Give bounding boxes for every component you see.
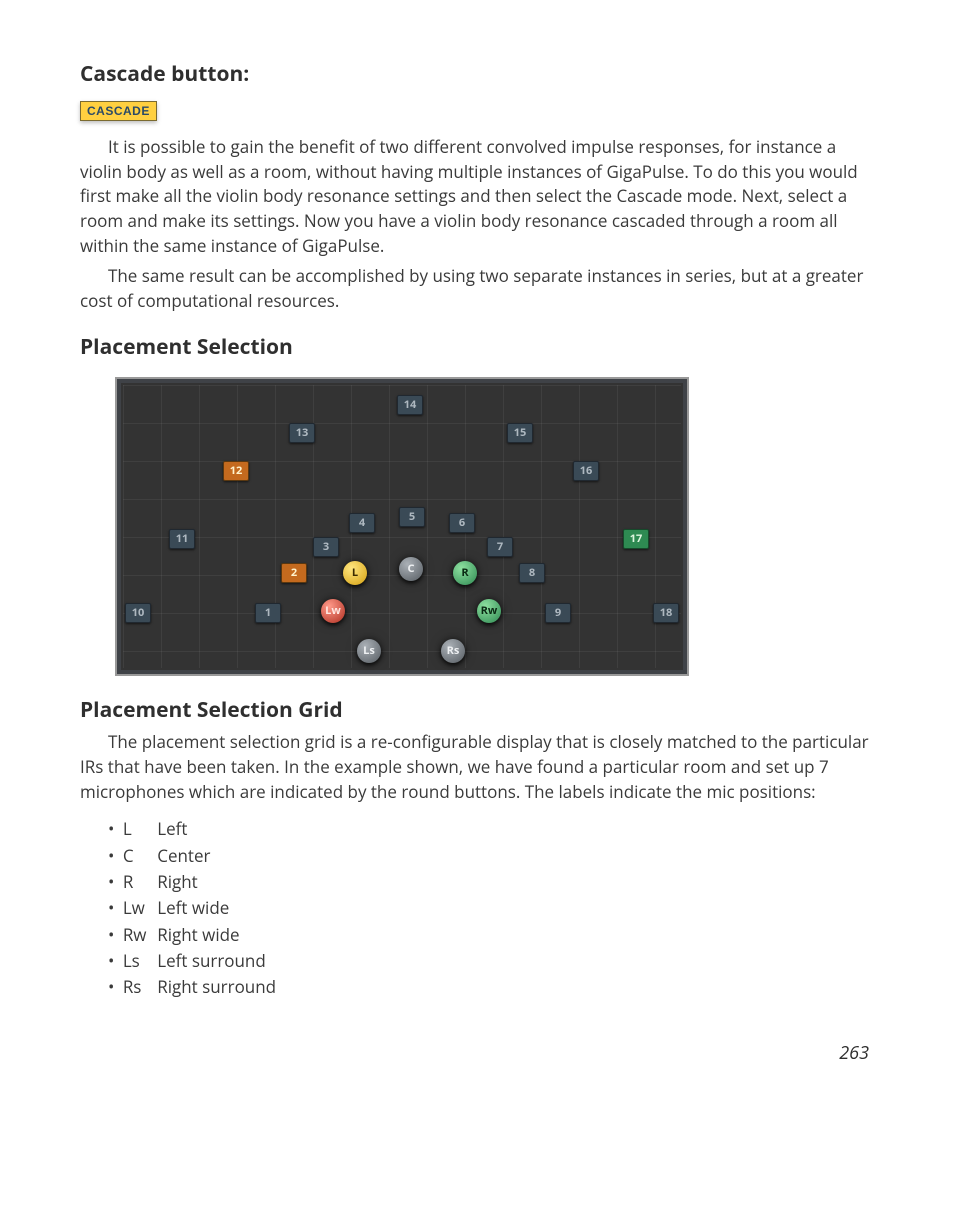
grid-num-8[interactable]: 8 bbox=[519, 563, 545, 583]
cascade-button-badge[interactable]: CASCADE bbox=[80, 101, 157, 121]
grid-num-4[interactable]: 4 bbox=[349, 513, 375, 533]
list-item: R Right bbox=[108, 869, 874, 895]
grid-num-1[interactable]: 1 bbox=[255, 603, 281, 623]
placement-grid[interactable]: 14 13 15 12 16 5 4 6 11 17 3 7 2 8 1 9 1… bbox=[115, 377, 689, 676]
heading-grid: Placement Selection Grid bbox=[80, 696, 874, 724]
paragraph-cascade-2: The same result can be accomplished by u… bbox=[80, 264, 874, 313]
page-number: 263 bbox=[839, 1041, 869, 1065]
list-item: Ls Left surround bbox=[108, 948, 874, 974]
mic-label: Left surround bbox=[157, 949, 266, 972]
mic-code: C bbox=[123, 843, 153, 869]
grid-num-9[interactable]: 9 bbox=[545, 603, 571, 623]
grid-num-7[interactable]: 7 bbox=[487, 537, 513, 557]
heading-cascade: Cascade button: bbox=[80, 60, 874, 88]
grid-num-5[interactable]: 5 bbox=[399, 507, 425, 527]
grid-num-3[interactable]: 3 bbox=[313, 537, 339, 557]
mic-label: Right wide bbox=[157, 923, 239, 946]
mic-label: Right bbox=[157, 870, 198, 893]
mic-label: Center bbox=[157, 844, 210, 867]
mic-code: Rw bbox=[123, 922, 153, 948]
grid-num-15[interactable]: 15 bbox=[507, 423, 533, 443]
grid-num-17[interactable]: 17 bbox=[623, 529, 649, 549]
grid-num-2[interactable]: 2 bbox=[281, 563, 307, 583]
grid-num-10[interactable]: 10 bbox=[125, 603, 151, 623]
paragraph-cascade-1: It is possible to gain the benefit of tw… bbox=[80, 135, 874, 258]
list-item: Lw Left wide bbox=[108, 895, 874, 921]
list-item: Rs Right surround bbox=[108, 974, 874, 1000]
paragraph-grid-1: The placement selection grid is a re-con… bbox=[80, 730, 874, 804]
list-item: Rw Right wide bbox=[108, 922, 874, 948]
list-item: L Left bbox=[108, 816, 874, 842]
mic-code: Lw bbox=[123, 895, 153, 921]
grid-num-16[interactable]: 16 bbox=[573, 461, 599, 481]
grid-num-18[interactable]: 18 bbox=[653, 603, 679, 623]
list-item: C Center bbox=[108, 843, 874, 869]
mic-code: L bbox=[123, 816, 153, 842]
heading-placement: Placement Selection bbox=[80, 333, 874, 361]
mic-code: R bbox=[123, 869, 153, 895]
grid-num-11[interactable]: 11 bbox=[169, 529, 195, 549]
grid-num-13[interactable]: 13 bbox=[289, 423, 315, 443]
mic-label: Left bbox=[157, 817, 187, 840]
mic-label: Right surround bbox=[157, 975, 276, 998]
grid-num-6[interactable]: 6 bbox=[449, 513, 475, 533]
mic-code: Ls bbox=[123, 948, 153, 974]
grid-num-14[interactable]: 14 bbox=[397, 395, 423, 415]
mic-legend-list: L Left C Center R Right Lw Left wide Rw … bbox=[108, 816, 874, 1000]
grid-num-12[interactable]: 12 bbox=[223, 461, 249, 481]
mic-label: Left wide bbox=[157, 896, 229, 919]
mic-code: Rs bbox=[123, 974, 153, 1000]
